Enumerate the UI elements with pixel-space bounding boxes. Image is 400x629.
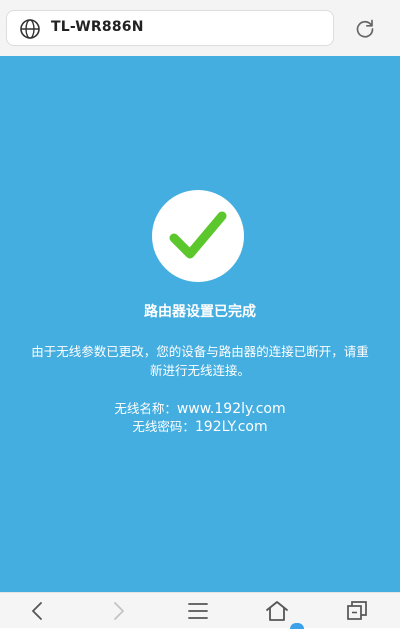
wifi-info: 无线名称：www.192ly.com 无线密码：192LY.com [0, 400, 400, 436]
url-field[interactable]: TL-WR886N [6, 10, 334, 46]
address-bar: TL-WR886N [0, 0, 400, 56]
url-text: TL-WR886N [51, 19, 144, 35]
menu-icon[interactable] [185, 598, 211, 624]
bottom-nav [0, 592, 400, 629]
globe-icon [19, 18, 41, 40]
wifi-name-label: 无线名称： [114, 401, 177, 416]
back-arrow-icon[interactable] [25, 598, 51, 624]
checkmark-icon [169, 211, 227, 259]
wifi-password-value: 192LY.com [194, 419, 268, 435]
wifi-name-row: 无线名称：www.192ly.com [0, 400, 400, 418]
home-indicator [290, 623, 304, 629]
wifi-password-label: 无线密码： [132, 419, 195, 434]
status-description: 由于无线参数已更改，您的设备与路由器的连接已断开，请重新进行无线连接。 [31, 344, 369, 378]
main-content: 路由器设置已完成 由于无线参数已更改，您的设备与路由器的连接已断开，请重新进行无… [0, 56, 400, 592]
tabs-icon[interactable] [344, 598, 370, 624]
reload-icon[interactable] [354, 17, 376, 39]
success-badge [152, 190, 244, 282]
forward-arrow-icon[interactable] [105, 598, 131, 624]
wifi-password-row: 无线密码：192LY.com [0, 418, 400, 436]
home-icon[interactable] [264, 598, 290, 624]
status-title: 路由器设置已完成 [144, 304, 256, 320]
wifi-name-value: www.192ly.com [176, 401, 286, 417]
